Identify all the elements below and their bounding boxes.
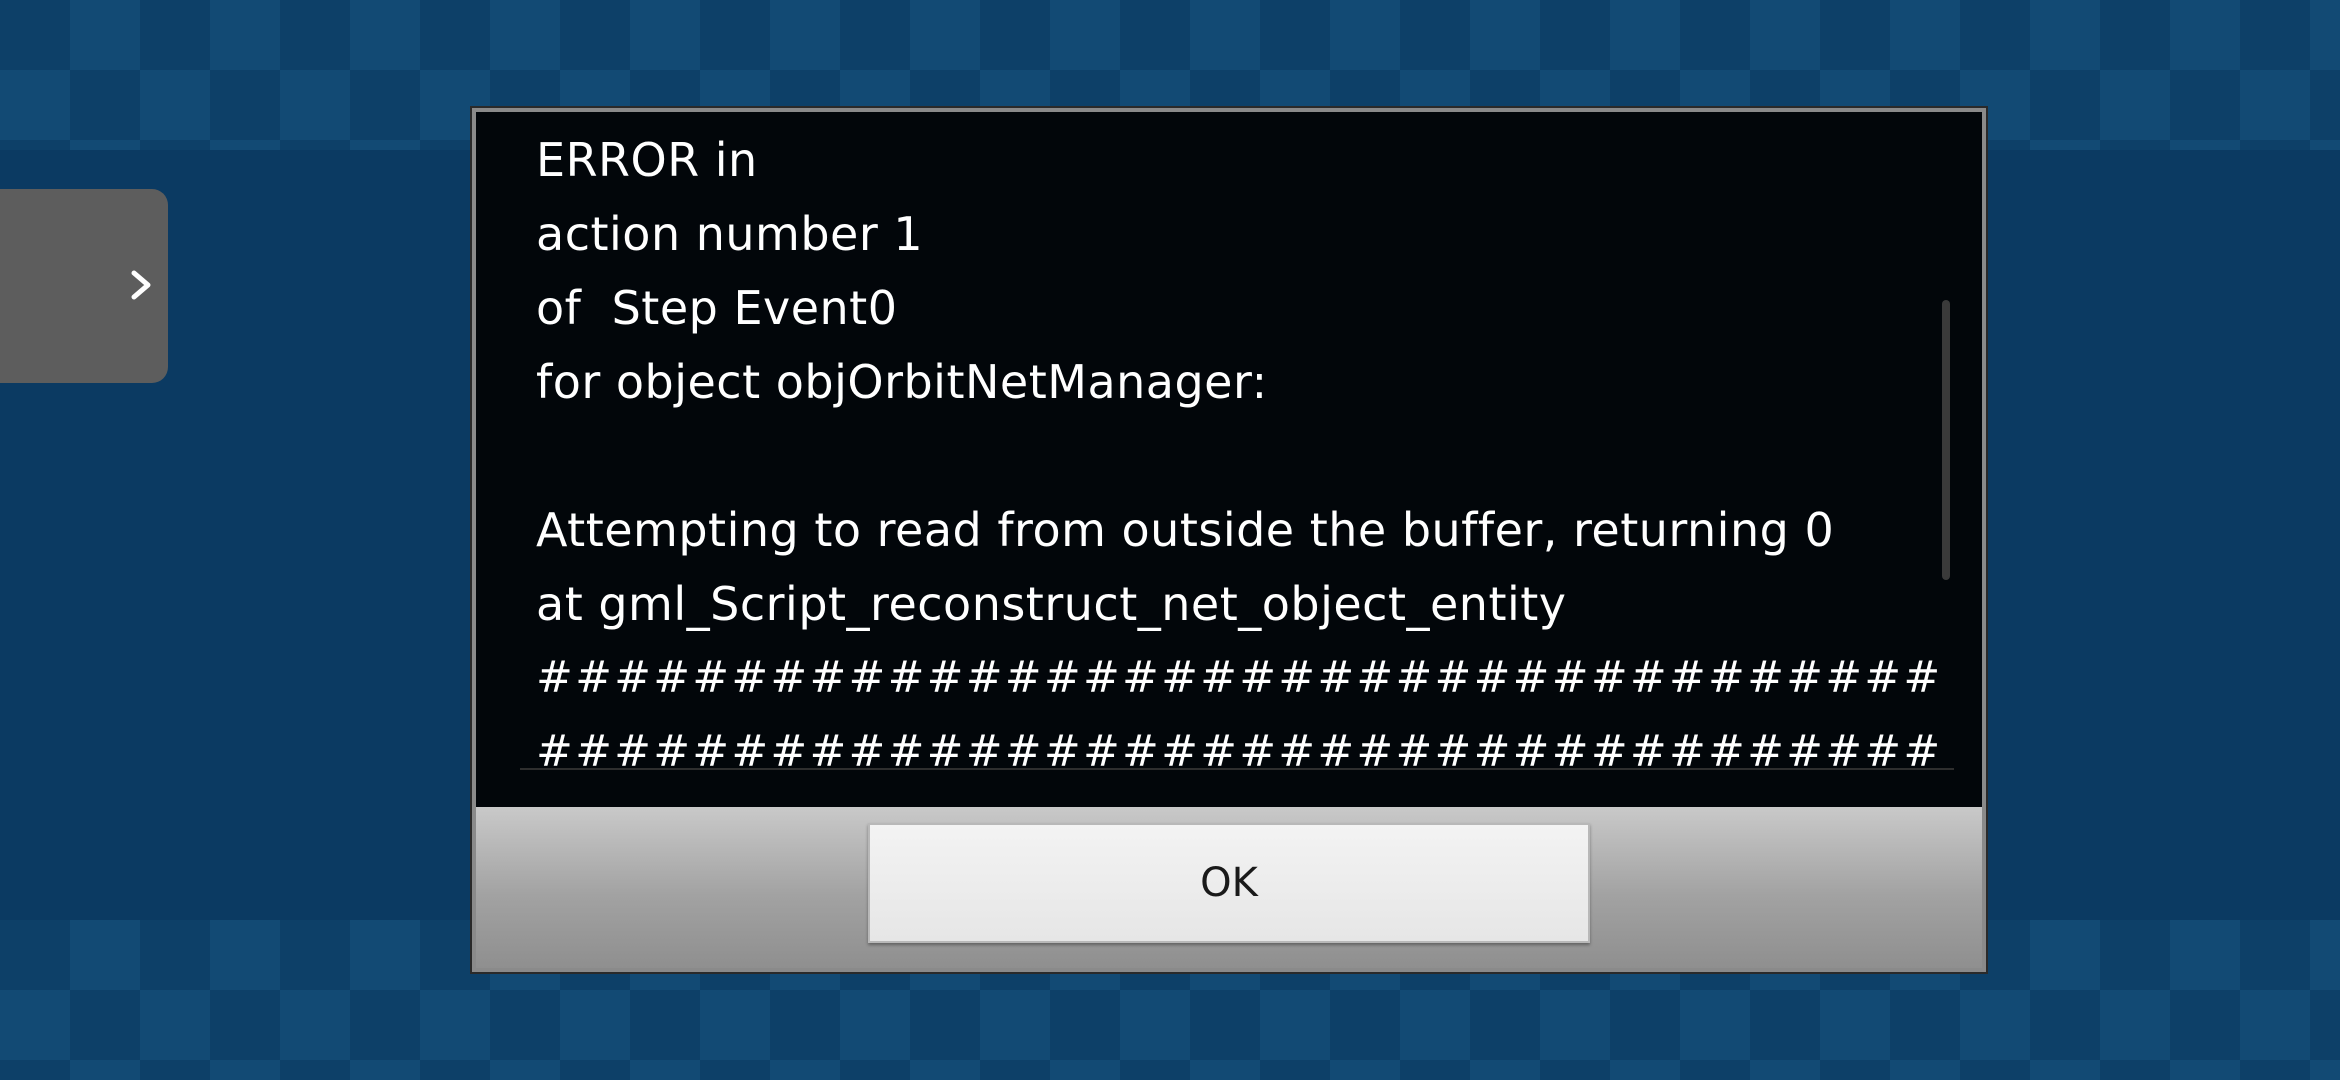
dialog-button-bar: OK — [476, 807, 1982, 968]
error-message[interactable]: ERROR in action number 1 of Step Event0 … — [476, 112, 1982, 807]
scrollbar-thumb[interactable] — [1942, 300, 1950, 580]
error-line: ERROR in — [536, 133, 758, 187]
error-line: Attempting to read from outside the buff… — [536, 503, 1835, 557]
divider — [520, 768, 1954, 770]
error-line: #################################### — [536, 652, 1943, 703]
error-line: for object objOrbitNetManager: — [536, 355, 1268, 409]
error-line: at gml_Script_reconstruct_net_object_ent… — [536, 577, 1567, 631]
ok-button[interactable]: OK — [868, 823, 1590, 943]
chevron-right-icon — [131, 270, 151, 300]
side-drawer-toggle[interactable] — [0, 189, 168, 383]
error-line: of Step Event0 — [536, 281, 898, 335]
error-line: action number 1 — [536, 207, 924, 261]
error-line: #################################### — [536, 726, 1943, 777]
error-dialog: ERROR in action number 1 of Step Event0 … — [472, 108, 1986, 972]
